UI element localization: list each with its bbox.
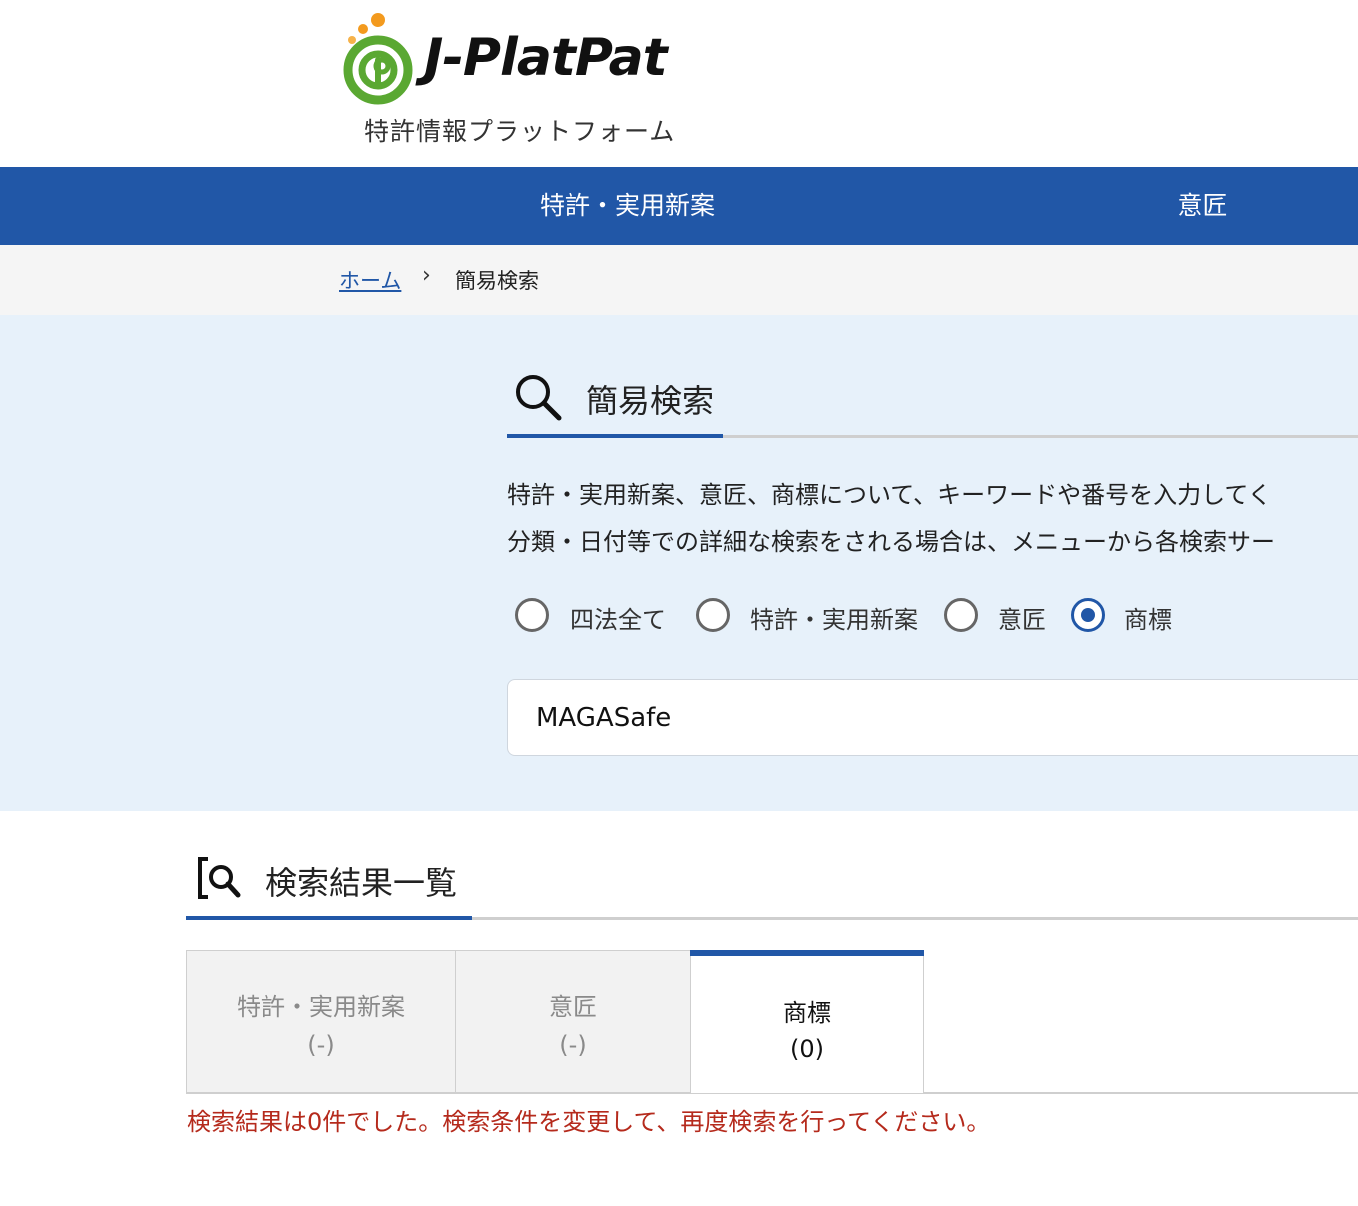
no-results-message: 検索結果は0件でした。検索条件を変更して、再度検索を行ってください。 [187,1108,991,1136]
radio-trademark-label[interactable]: 商標 [1124,600,1172,635]
tab-trademark-label: 商標 [783,999,831,1027]
tab-design[interactable]: 意匠 (-) [455,950,691,1093]
logo-wordmark: J-PlatPat [424,28,668,88]
main-nav: 特許・実用新案 意匠 [0,167,1358,245]
radio-all-laws-label[interactable]: 四法全て [570,600,666,635]
page-title: 簡易検索 [586,382,715,420]
radio-all-laws[interactable] [515,598,549,632]
tab-design-count: (-) [559,1031,587,1059]
tab-design-label: 意匠 [549,993,597,1021]
nav-item-design[interactable]: 意匠 [1140,167,1265,245]
breadcrumb-current: 簡易検索 [455,269,539,293]
breadcrumb-separator: › [422,263,431,288]
tab-patent[interactable]: 特許・実用新案 (-) [186,950,456,1093]
search-icon [516,375,562,421]
search-description-line2: 分類・日付等での詳細な検索をされる場合は、メニューから各検索サー [507,528,1275,556]
radio-design-label[interactable]: 意匠 [998,600,1046,635]
nav-item-patent[interactable]: 特許・実用新案 [520,167,735,245]
breadcrumb-home-link[interactable]: ホーム [339,265,401,295]
tab-trademark-count: (0) [790,1035,824,1063]
radio-patent[interactable] [696,598,730,632]
search-description-line1: 特許・実用新案、意匠、商標について、キーワードや番号を入力してく [507,481,1272,509]
radio-design[interactable] [944,598,978,632]
breadcrumb: ホーム › 簡易検索 [0,245,1358,315]
results-title-underline-accent [186,916,472,920]
tab-trademark[interactable]: 商標 (0) [690,950,924,1093]
radio-patent-label[interactable]: 特許・実用新案 [750,600,918,635]
results-title: 検索結果一覧 [265,864,458,902]
radio-trademark[interactable] [1071,598,1105,632]
logo-subtitle: 特許情報プラットフォーム [364,117,676,146]
title-underline-accent [507,434,723,438]
keyword-input[interactable] [507,679,1358,756]
logo-swirl-icon [343,13,413,105]
search-results-icon [198,857,241,899]
tab-patent-count: (-) [307,1031,335,1059]
tab-patent-label: 特許・実用新案 [237,993,405,1021]
